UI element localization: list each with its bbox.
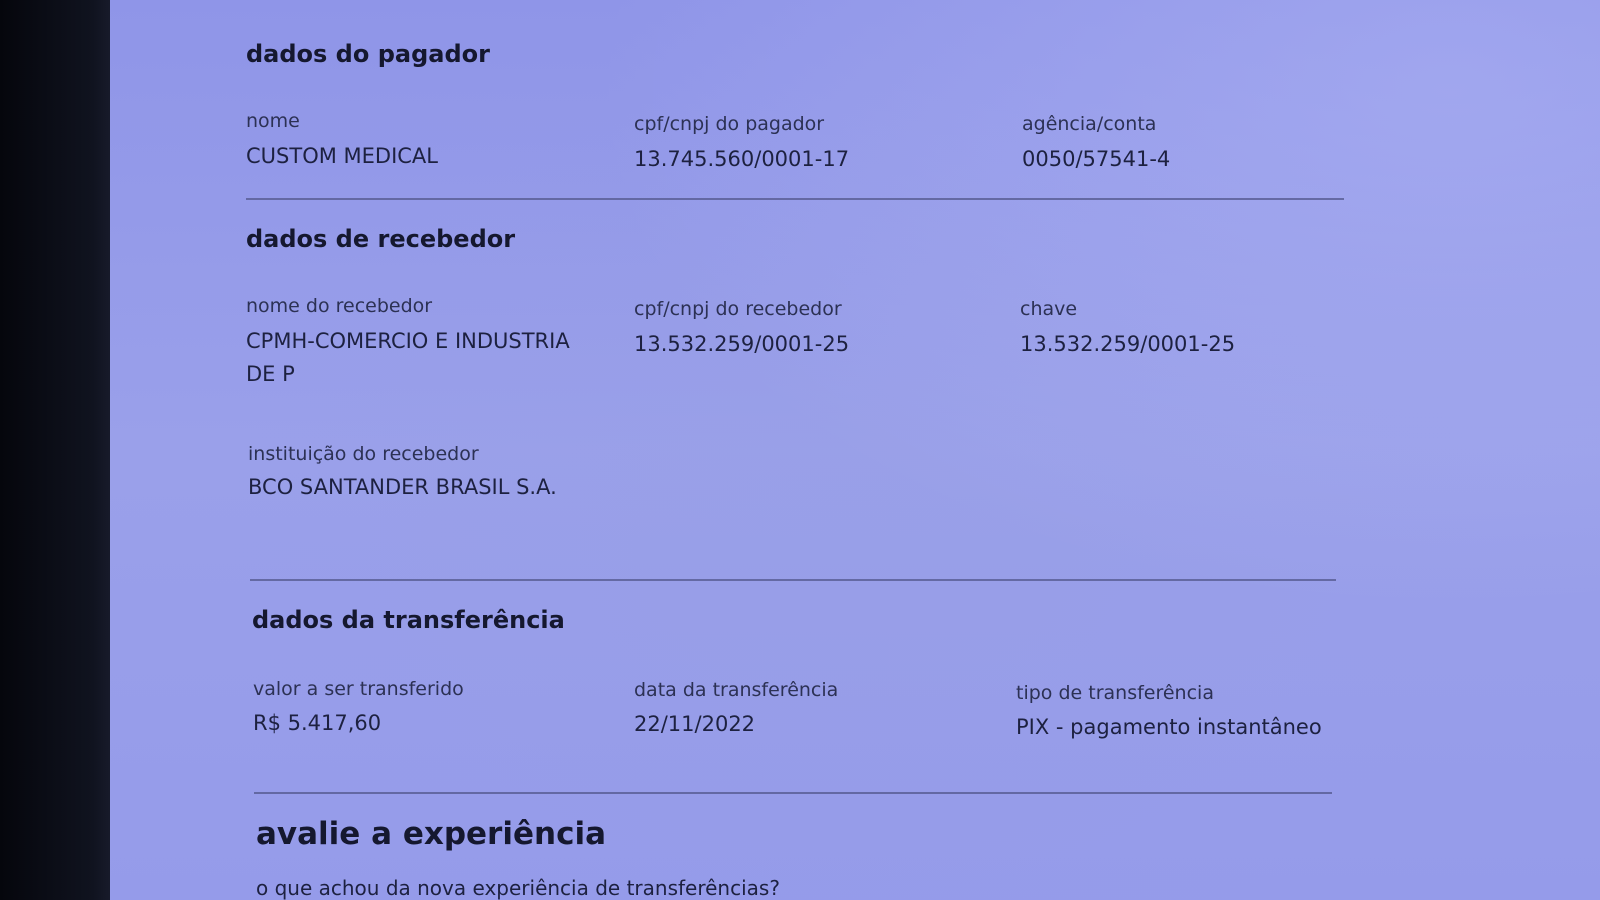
transfer-amount-label: valor a ser transferido	[253, 678, 464, 700]
payer-name-value: CUSTOM MEDICAL	[246, 144, 438, 168]
payer-name-label: nome	[246, 110, 300, 132]
receiver-section-title: dados de recebedor	[246, 225, 516, 253]
transfer-date-label: data da transferência	[634, 679, 839, 701]
transfer-amount-value: R$ 5.417,60	[253, 711, 382, 735]
receiver-doc-label: cpf/cnpj do recebedor	[634, 298, 842, 320]
screen: dados do pagador nome CUSTOM MEDICAL cpf…	[110, 0, 1600, 900]
payer-doc-label: cpf/cnpj do pagador	[634, 113, 825, 135]
receiver-key-label: chave	[1020, 298, 1078, 320]
receiver-institution-label: instituição do recebedor	[248, 443, 479, 465]
payer-account-value: 0050/57541-4	[1022, 147, 1171, 171]
divider	[254, 792, 1332, 794]
receiver-name-value: CPMH-COMERCIO E INDUSTRIA DE P	[246, 329, 570, 386]
transfer-type-value: PIX - pagamento instantâneo	[1016, 715, 1322, 739]
transfer-date-value: 22/11/2022	[634, 712, 756, 736]
receiver-doc-value: 13.532.259/0001-25	[634, 332, 850, 356]
transfer-type-label: tipo de transferência	[1016, 682, 1214, 704]
monitor-bezel	[0, 0, 116, 900]
divider	[246, 198, 1344, 200]
receipt-content: dados do pagador nome CUSTOM MEDICAL cpf…	[246, 0, 1346, 900]
receiver-key-value: 13.532.259/0001-25	[1020, 332, 1236, 356]
receiver-institution-value: BCO SANTANDER BRASIL S.A.	[248, 475, 557, 499]
receiver-name-label: nome do recebedor	[246, 295, 433, 317]
payer-section-title: dados do pagador	[246, 40, 490, 68]
divider	[250, 579, 1336, 581]
payer-doc-value: 13.745.560/0001-17	[634, 147, 850, 171]
transfer-section-title: dados da transferência	[252, 606, 565, 634]
feedback-question: o que achou da nova experiência de trans…	[256, 876, 780, 900]
payer-account-label: agência/conta	[1022, 113, 1157, 135]
feedback-title: avalie a experiência	[256, 816, 606, 852]
